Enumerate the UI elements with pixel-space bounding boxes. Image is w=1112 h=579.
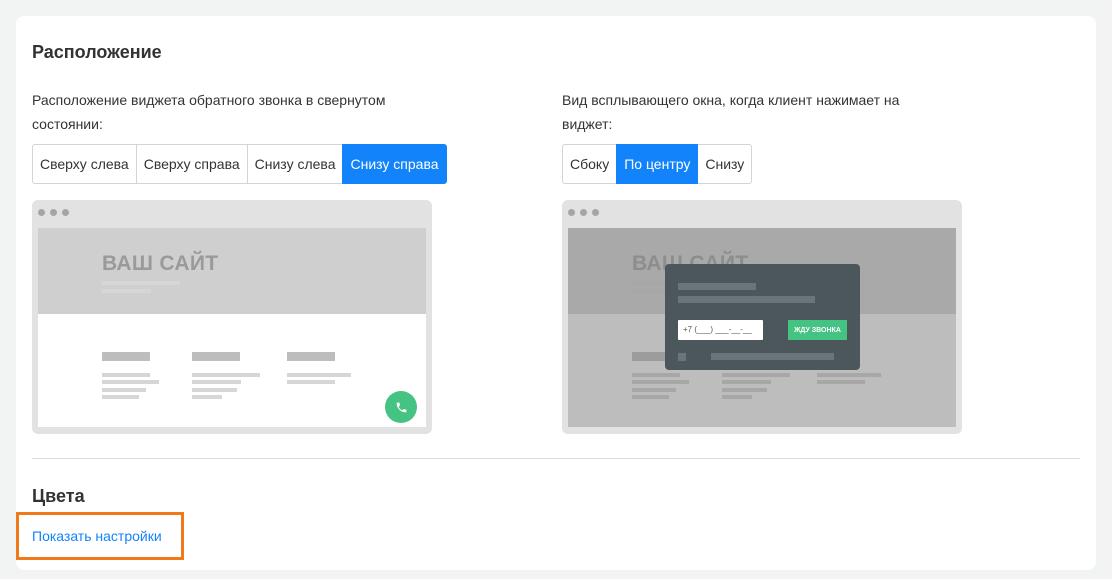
- phone-icon: [396, 402, 406, 412]
- consent-checkbox: [678, 353, 686, 361]
- collapsed-widget-preview: ВАШ САЙТ: [32, 200, 432, 434]
- collapsed-placement-label: Расположение виджета обратного звонка в …: [32, 92, 386, 132]
- preview-viewport: ВАШ САЙТ: [38, 228, 426, 427]
- popup-preview: ВАШ САЙТ +7 (___) ___-__-__ ЖДУ ЗВОНКА: [562, 200, 962, 434]
- preview-viewport: ВАШ САЙТ +7 (___) ___-__-__ ЖДУ ЗВОНКА: [568, 228, 956, 427]
- section-title-placement: Расположение: [32, 42, 162, 62]
- option-bottom[interactable]: Снизу: [697, 144, 753, 184]
- preview-hero: ВАШ САЙТ: [38, 228, 426, 314]
- option-center[interactable]: По центру: [616, 144, 699, 184]
- phone-input: +7 (___) ___-__-__: [678, 320, 763, 340]
- section-title-colors: Цвета: [32, 486, 85, 506]
- site-title: ВАШ САЙТ: [102, 252, 219, 275]
- browser-dots: [568, 209, 599, 216]
- option-top-right[interactable]: Сверху справа: [135, 144, 248, 184]
- option-bottom-right[interactable]: Снизу справа: [342, 144, 447, 184]
- collapsed-placement-options: Сверху слева Сверху справа Снизу слева С…: [32, 144, 447, 184]
- show-settings-link[interactable]: Показать настройки: [16, 512, 184, 560]
- callback-popup: +7 (___) ___-__-__ ЖДУ ЗВОНКА: [665, 264, 860, 370]
- popup-view-label: Вид всплывающего окна, когда клиент нажи…: [562, 92, 900, 132]
- callback-widget-button: [385, 391, 417, 423]
- popup-view-options: Сбоку По центру Снизу: [562, 144, 753, 184]
- option-top-left[interactable]: Сверху слева: [32, 144, 137, 184]
- wait-call-button: ЖДУ ЗВОНКА: [788, 320, 847, 340]
- settings-card: Расположение Расположение виджета обратн…: [16, 16, 1096, 570]
- option-side[interactable]: Сбоку: [562, 144, 618, 184]
- option-bottom-left[interactable]: Снизу слева: [246, 144, 344, 184]
- section-divider: [32, 458, 1080, 459]
- browser-dots: [38, 209, 69, 216]
